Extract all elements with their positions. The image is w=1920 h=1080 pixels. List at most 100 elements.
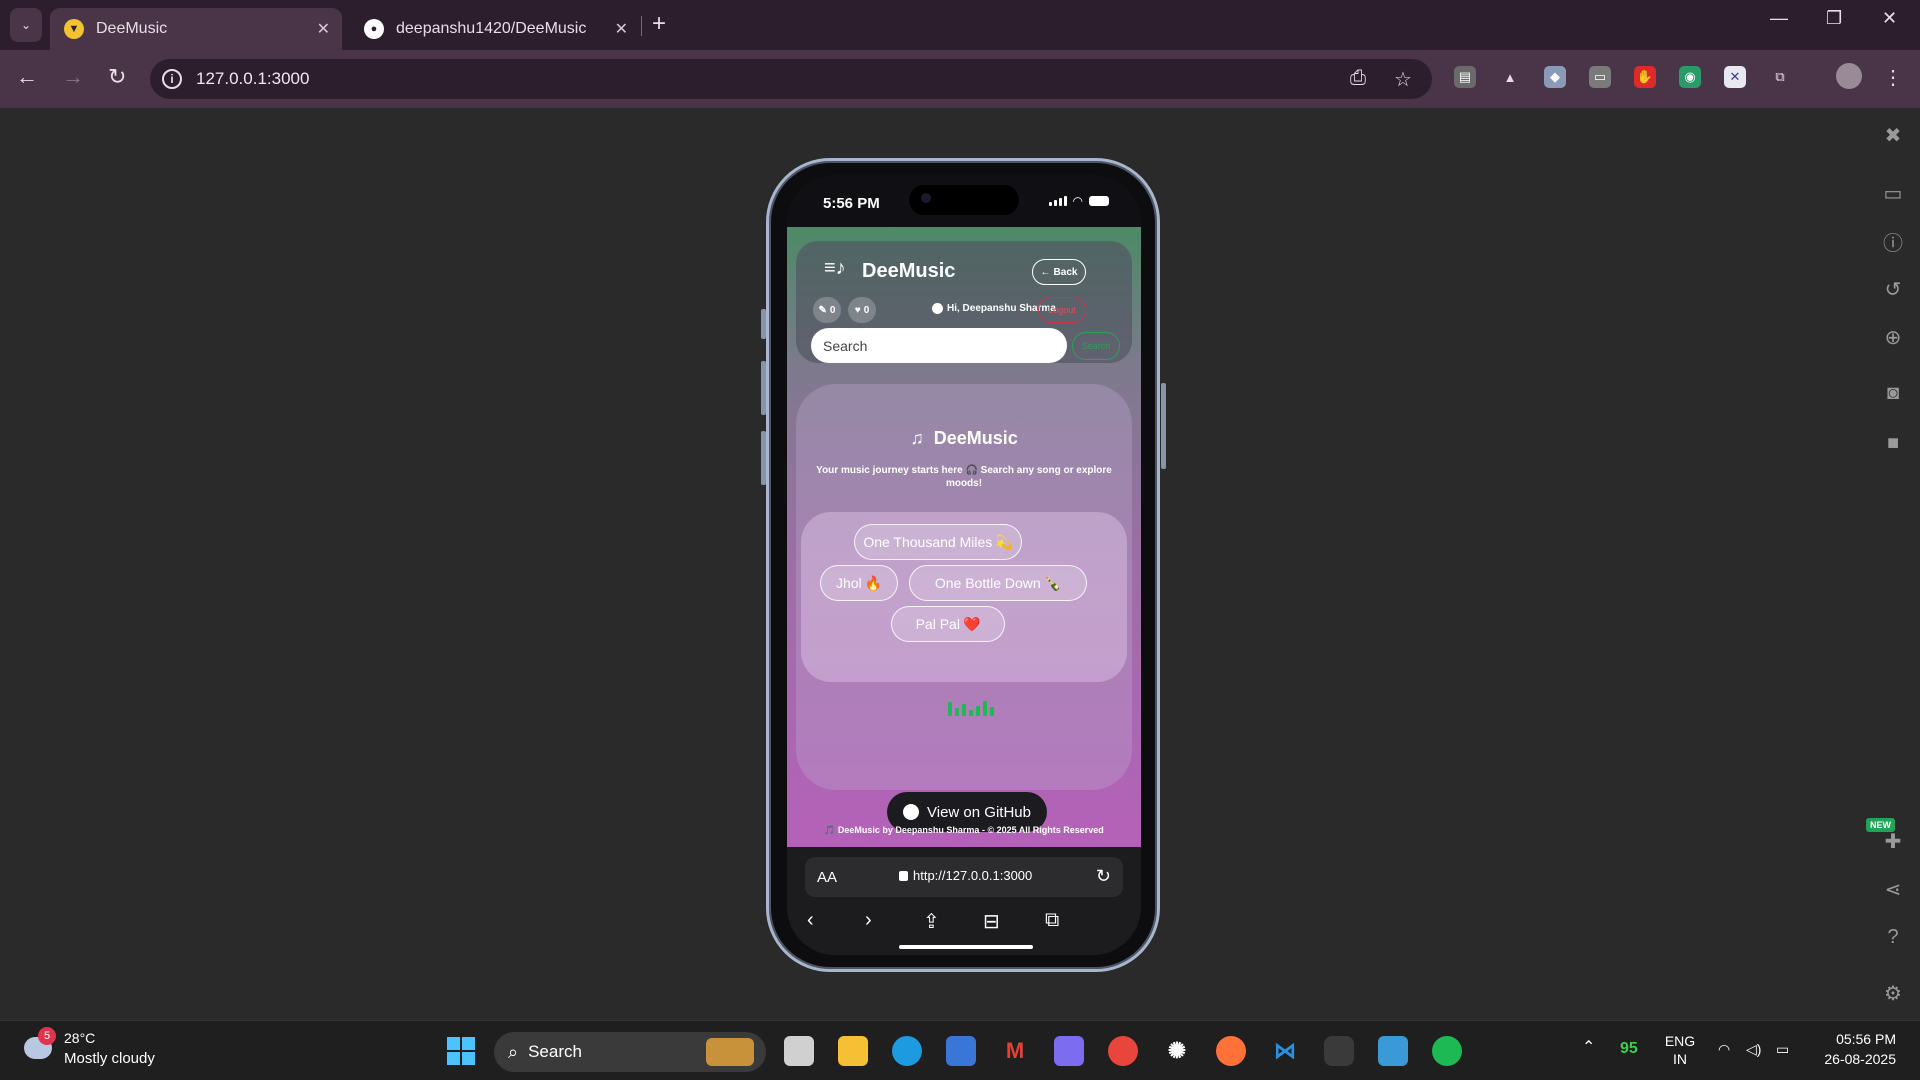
battery-icon[interactable]: ▭ [1776,1040,1789,1058]
close-tab-icon[interactable]: ✕ [317,19,330,39]
playlist-menu-icon[interactable]: ≡♪ [824,257,846,280]
tab-search-button[interactable]: ⌄ [10,8,42,42]
extension-gauge-icon[interactable]: ◉ [1679,66,1701,88]
song-chip[interactable]: Pal Pal ❤️ [891,606,1005,642]
home-indicator [899,945,1033,949]
reader-settings-button[interactable]: AA [817,869,837,886]
language-code: ENG [1664,1033,1696,1049]
bookmark-star-icon[interactable]: ☆ [1394,67,1412,92]
tab-separator [641,16,642,36]
close-window-button[interactable]: ✕ [1882,8,1897,29]
vscode-icon[interactable]: ⋈ [1270,1036,1300,1066]
chrome-icon[interactable] [1108,1036,1138,1066]
minimize-button[interactable]: — [1770,8,1788,29]
logout-button[interactable]: Logout [1038,297,1086,323]
copilot-icon[interactable] [1054,1036,1084,1066]
deemusic-favicon-icon: ▼ [64,19,84,39]
extension-cast-icon[interactable]: ▭ [1589,66,1611,88]
back-button[interactable]: ← Back [1032,259,1086,285]
language-indicator[interactable]: ENG IN [1664,1032,1696,1068]
more-menu-icon[interactable]: ⋮ [1882,66,1904,89]
firefox-icon[interactable] [1216,1036,1246,1066]
song-chip[interactable]: Jhol 🔥 [820,565,898,601]
sparkle-icon: 💫 [995,533,1013,550]
search-button[interactable]: Search [1072,332,1120,360]
pin-icon: ✎ [818,304,827,316]
song-chip[interactable]: One Thousand Miles 💫 [854,524,1022,560]
install-app-icon[interactable]: ⎙ [1350,67,1366,90]
user-avatar-icon [932,303,943,314]
extension-tab-manager-icon[interactable]: ▤ [1454,66,1476,88]
phone-screen: 5:56 PM ◠ ≡♪ DeeMusic ← Back ✎ 0 ♥ 0 Hi,… [787,175,1141,955]
taskbar-search[interactable]: ⌕ Search [494,1032,766,1072]
profile-avatar[interactable] [1836,63,1862,89]
task-view-icon[interactable] [784,1036,814,1066]
tray-counter[interactable]: 95 [1620,1040,1638,1058]
system-clock[interactable]: 05:56 PM 26-08-2025 [1814,1029,1896,1069]
extension-stop-icon[interactable]: ✋ [1634,66,1656,88]
reload-icon[interactable]: ↻ [108,64,126,90]
address-bar[interactable]: i 127.0.0.1:3000 ⎙ ☆ [150,59,1432,99]
app-brand: DeeMusic [862,260,956,282]
extension-shield-icon[interactable]: ◆ [1544,66,1566,88]
song-chip[interactable]: One Bottle Down 🍾 [909,565,1087,601]
playlist-count-badge[interactable]: ✎ 0 [813,297,841,323]
close-circle-icon[interactable]: ✖ [1880,122,1906,148]
liked-count-badge[interactable]: ♥ 0 [848,297,876,323]
rotate-icon[interactable]: ↺ [1880,276,1906,302]
bookmarks-book-icon[interactable]: ⊟ [983,909,1000,934]
microsoft-store-icon[interactable] [946,1036,976,1066]
ios-status-bar: 5:56 PM ◠ [787,175,1141,227]
equalizer-icon [948,700,994,716]
wifi-icon[interactable]: ◠ [1718,1040,1730,1058]
edge-browser-icon[interactable] [892,1036,922,1066]
close-tab-icon[interactable]: ✕ [615,19,628,39]
restore-button[interactable]: ❐ [1826,8,1842,29]
song-chip-label: Pal Pal [915,616,960,632]
new-tab-button[interactable]: + [652,10,666,38]
file-explorer-icon[interactable] [838,1036,868,1066]
safari-back-icon[interactable]: ‹ [807,909,814,932]
extension-x-icon[interactable]: ✕ [1724,66,1746,88]
spotify-icon[interactable] [1432,1036,1462,1066]
heart-icon: ❤️ [962,615,981,632]
tray-chevron-up-icon[interactable]: ⌃ [1582,1039,1595,1057]
notepad-icon[interactable] [1378,1036,1408,1066]
safari-bottom-bar: AA http://127.0.0.1:3000 ↻ ‹ › ⇪ ⊟ ⧉ [787,847,1141,955]
tab-deemusic[interactable]: ▼ DeeMusic ✕ [50,8,342,50]
tabs-icon[interactable]: ⧉ [1045,909,1059,932]
windows-start-icon[interactable] [446,1036,476,1066]
safari-address-bar[interactable]: AA http://127.0.0.1:3000 ↻ [805,857,1123,897]
weather-badge: 5 [38,1027,56,1045]
hero-card: ♫ DeeMusic Your music journey starts her… [796,384,1132,832]
camera-icon[interactable]: ◙ [1880,380,1906,406]
share-icon[interactable]: ⇪ [923,909,940,934]
extensions-puzzle-icon[interactable]: ⧉ [1769,66,1791,88]
share-icon[interactable]: ⋖ [1880,876,1906,902]
back-arrow-icon[interactable]: ← [16,64,38,90]
hero-title-text: DeeMusic [933,428,1018,448]
puzzle-icon[interactable]: ✚ [1880,828,1906,854]
song-search-input[interactable] [811,328,1067,363]
lock-icon [899,871,908,881]
extension-vidiq-icon[interactable]: ▲ [1499,66,1521,88]
video-icon[interactable]: ■ [1880,430,1906,456]
reload-icon[interactable]: ↻ [1096,866,1111,887]
help-icon[interactable]: ? [1880,924,1906,950]
volume-icon[interactable]: ◁) [1746,1040,1761,1058]
forward-arrow-icon[interactable]: → [62,64,84,90]
song-chip-label: One Thousand Miles [863,534,993,550]
device-frame-icon[interactable]: ▭ [1880,180,1906,206]
chrome-profile-icon[interactable] [1324,1036,1354,1066]
front-camera [921,193,931,203]
tab-github[interactable]: ● deepanshu1420/DeeMusic ✕ [350,8,640,50]
safari-forward-icon[interactable]: › [865,909,872,932]
info-icon[interactable]: ⓘ [1880,228,1906,255]
browser-toolbar: ← → ↻ i 127.0.0.1:3000 ⎙ ☆ ▤ ▲ ◆ ▭ ✋ ◉ ✕… [0,50,1920,108]
clock-date: 26-08-2025 [1824,1051,1896,1067]
zoom-in-icon[interactable]: ⊕ [1880,324,1906,350]
settings-gear-icon[interactable]: ⚙ [1880,980,1906,1006]
gmail-icon[interactable]: M [1000,1036,1030,1066]
chatgpt-icon[interactable]: ✺ [1162,1036,1192,1066]
site-info-icon[interactable]: i [162,69,182,89]
